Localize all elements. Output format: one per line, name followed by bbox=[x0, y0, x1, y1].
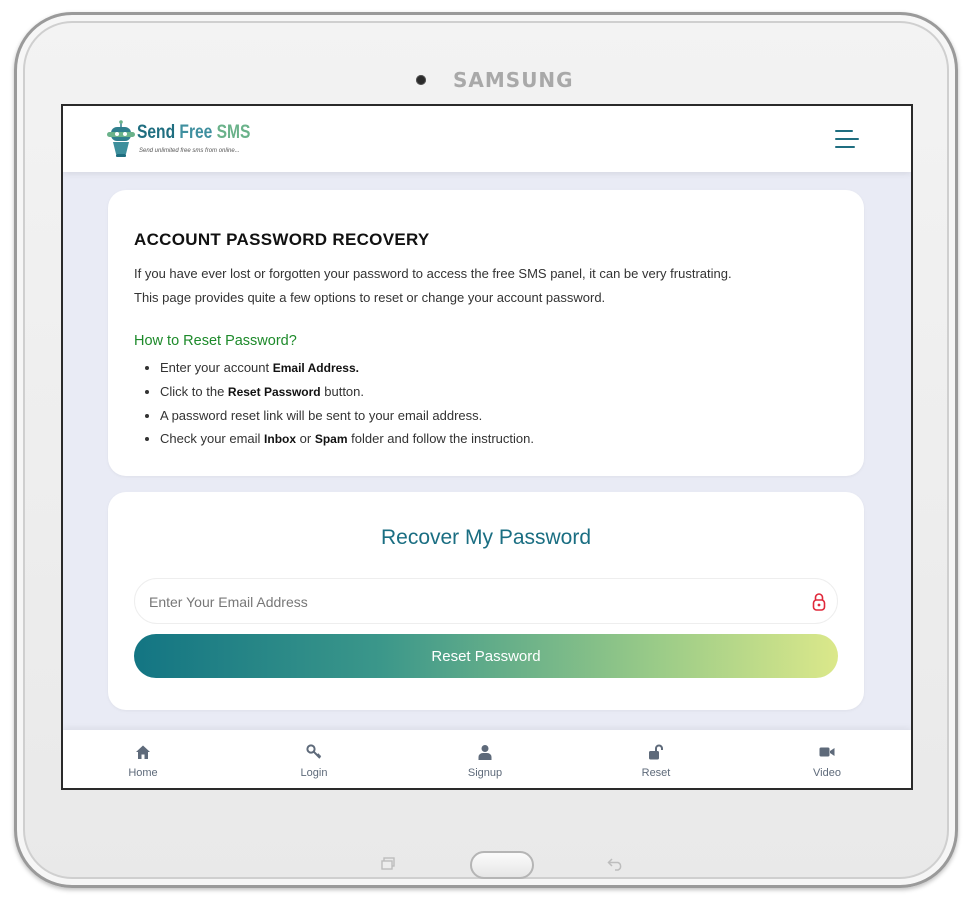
nav-item-home[interactable]: Home bbox=[103, 730, 183, 788]
logo-word-free: Free bbox=[179, 122, 213, 143]
lock-icon bbox=[812, 593, 826, 611]
nav-item-login[interactable]: Login bbox=[274, 730, 354, 788]
nav-label: Reset bbox=[641, 767, 671, 779]
nav-item-signup[interactable]: Signup bbox=[445, 730, 525, 788]
tablet-screen: Send Free SMS Send unlimited free sms fr… bbox=[61, 104, 913, 790]
home-hardware-button[interactable] bbox=[470, 851, 534, 879]
info-card: ACCOUNT PASSWORD RECOVERY If you have ev… bbox=[108, 190, 864, 476]
howto-title: How to Reset Password? bbox=[134, 333, 297, 349]
info-paragraph: If you have ever lost or forgotten your … bbox=[134, 262, 834, 312]
front-camera bbox=[416, 75, 426, 85]
key-icon bbox=[306, 744, 322, 759]
nav-label: Login bbox=[300, 767, 328, 779]
info-title: ACCOUNT PASSWORD RECOVERY bbox=[134, 230, 430, 249]
device-brand: SAMSUNG bbox=[453, 68, 574, 92]
nav-label: Signup bbox=[467, 767, 503, 779]
list-item: Enter your account Email Address. bbox=[160, 356, 860, 380]
logo-tagline: Send unlimited free sms from online... bbox=[139, 148, 240, 154]
logo-word-send: Send bbox=[137, 122, 176, 143]
home-icon bbox=[136, 745, 150, 759]
robot-logo-icon bbox=[107, 120, 135, 157]
reset-password-button[interactable]: Reset Password bbox=[134, 634, 838, 678]
email-input[interactable] bbox=[147, 587, 791, 617]
back-icon[interactable] bbox=[607, 856, 625, 871]
info-paragraph-line-2: This page provides quite a few options t… bbox=[134, 290, 606, 305]
unlock-icon bbox=[649, 744, 663, 760]
site-header: Send Free SMS Send unlimited free sms fr… bbox=[63, 106, 911, 172]
site-logo[interactable]: Send Free SMS Send unlimited free sms fr… bbox=[107, 120, 267, 160]
nav-label: Home bbox=[128, 767, 158, 779]
nav-item-video[interactable]: Video bbox=[787, 730, 867, 788]
list-item: A password reset link will be sent to yo… bbox=[160, 404, 860, 427]
video-icon bbox=[819, 747, 835, 757]
recover-form-card: Recover My Password Reset Password bbox=[108, 492, 864, 710]
list-item: Click to the Reset Password button. bbox=[160, 380, 860, 404]
recent-apps-icon[interactable] bbox=[381, 857, 395, 870]
nav-label: Video bbox=[813, 767, 841, 779]
logo-word-sms: SMS bbox=[216, 122, 251, 143]
hamburger-menu-icon[interactable] bbox=[835, 128, 861, 150]
bottom-nav: Home Login Signup Reset Video bbox=[63, 730, 911, 788]
email-field-wrapper bbox=[134, 578, 838, 624]
nav-item-reset[interactable]: Reset bbox=[616, 730, 696, 788]
form-title: Recover My Password bbox=[380, 526, 592, 549]
user-icon bbox=[478, 745, 492, 760]
info-paragraph-line-1: If you have ever lost or forgotten your … bbox=[134, 266, 732, 281]
logo-title: Send Free SMS bbox=[137, 122, 250, 146]
list-item: Check your email Inbox or Spam folder an… bbox=[160, 427, 860, 451]
steps-list: Enter your account Email Address. Click … bbox=[134, 356, 860, 452]
